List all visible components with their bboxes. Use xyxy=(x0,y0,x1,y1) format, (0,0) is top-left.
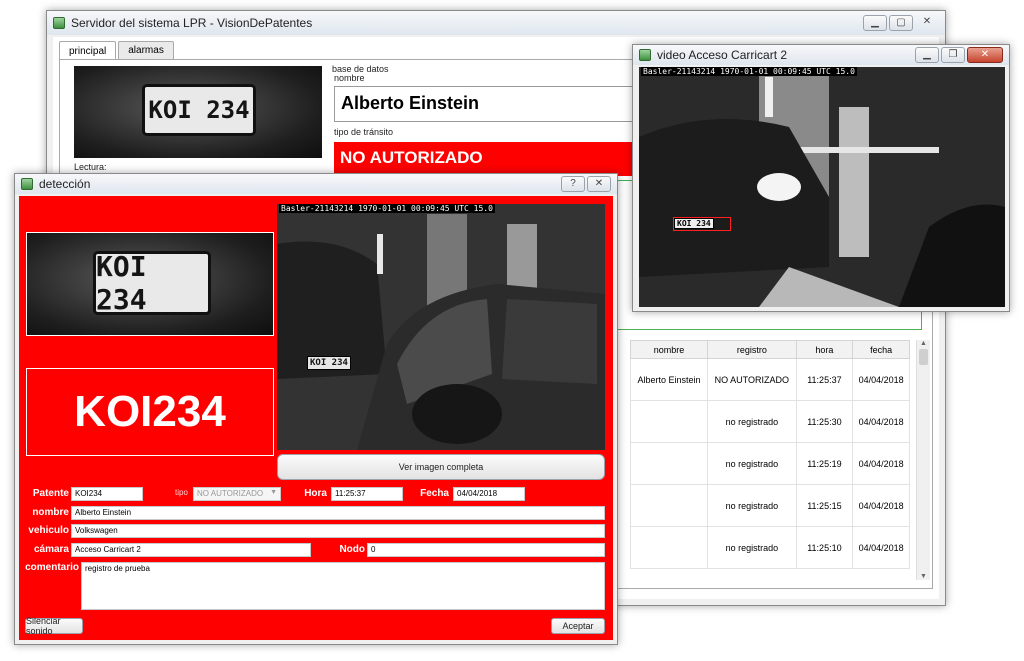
detection-timestamp: Basler-21143214 1970-01-01 00:09:45 UTC … xyxy=(279,204,495,213)
col-fecha[interactable]: fecha xyxy=(852,340,910,359)
scroll-up-icon[interactable]: ▲ xyxy=(917,340,930,347)
scroll-down-icon[interactable]: ▼ xyxy=(917,573,930,580)
close-icon[interactable]: ✕ xyxy=(915,15,939,31)
video-app-icon xyxy=(639,49,651,61)
detection-app-icon xyxy=(21,178,33,190)
plate-crop-text: KOI 234 xyxy=(142,84,256,136)
plate-detection-box: KOI 234 xyxy=(673,217,731,231)
tipo-select-value: NO AUTORIZADO xyxy=(197,489,264,498)
plate-big-display: KOI234 xyxy=(26,368,274,456)
help-icon[interactable]: ? xyxy=(561,176,585,192)
table-row[interactable]: Alberto Einstein NO AUTORIZADO 11:25:37 … xyxy=(629,358,910,401)
nodo-label: Nodo xyxy=(339,544,365,555)
main-titlebar[interactable]: Servidor del sistema LPR - VisionDePaten… xyxy=(47,11,945,35)
patente-field[interactable]: KOI234 xyxy=(71,487,143,501)
col-hora[interactable]: hora xyxy=(795,340,854,359)
table-row[interactable]: no registrado 11:25:30 04/04/2018 xyxy=(629,400,910,443)
video-feed: Basler-21143214 1970-01-01 00:09:45 UTC … xyxy=(639,67,1005,307)
table-row[interactable]: no registrado 11:25:19 04/04/2018 xyxy=(629,442,910,485)
camara-label: cámara xyxy=(33,544,69,555)
nombre-display: Alberto Einstein xyxy=(334,86,654,122)
main-title: Servidor del sistema LPR - VisionDePaten… xyxy=(71,16,313,30)
restore-icon[interactable]: ❐ xyxy=(941,47,965,63)
minimize-icon[interactable]: ▁ xyxy=(915,47,939,63)
comentario-textarea[interactable]: registro de prueba xyxy=(81,562,605,610)
vehiculo-label: vehiculo xyxy=(28,525,69,536)
camara-field[interactable]: Acceso Carricart 2 xyxy=(71,543,311,557)
col-nombre[interactable]: nombre xyxy=(629,340,709,359)
aceptar-button[interactable]: Aceptar xyxy=(551,618,605,634)
hora-label: Hora xyxy=(304,488,327,499)
table-row[interactable]: no registrado 11:25:10 04/04/2018 xyxy=(629,526,910,569)
detection-plate-crop-text: KOI 234 xyxy=(93,250,211,316)
comentario-label: comentario xyxy=(25,562,79,573)
scroll-thumb[interactable] xyxy=(919,349,928,365)
tipo-select[interactable]: NO AUTORIZADO ▼ xyxy=(193,487,281,501)
detection-plate-crop: KOI 234 xyxy=(26,232,274,336)
close-icon[interactable]: ✕ xyxy=(967,47,1003,63)
table-row[interactable]: no registrado 11:25:15 04/04/2018 xyxy=(629,484,910,527)
detection-titlebar[interactable]: detección ? ✕ xyxy=(15,174,617,194)
tipo-label: tipo xyxy=(175,488,188,497)
chevron-down-icon: ▼ xyxy=(270,489,277,496)
lectura-label: Lectura: xyxy=(74,162,107,172)
transito-label: tipo de tránsito xyxy=(334,127,394,137)
detection-window: detección ? ✕ KOI 234 KOI234 Basler-2114… xyxy=(14,173,618,645)
video-plate-text: KOI 234 xyxy=(674,218,714,229)
nombre-field[interactable]: Alberto Einstein xyxy=(71,506,605,520)
tab-principal[interactable]: principal xyxy=(59,41,117,60)
video-titlebar[interactable]: video Acceso Carricart 2 ▁ ❐ ✕ xyxy=(633,45,1009,65)
detection-camera-scene xyxy=(277,204,605,450)
video-title: video Acceso Carricart 2 xyxy=(657,48,788,62)
video-window: video Acceso Carricart 2 ▁ ❐ ✕ Basler-21… xyxy=(632,44,1010,312)
ver-imagen-button[interactable]: Ver imagen completa xyxy=(277,454,605,480)
col-registro[interactable]: registro xyxy=(707,340,797,359)
detection-body: KOI 234 KOI234 Basler-21143214 1970-01-0… xyxy=(19,196,613,640)
app-icon xyxy=(53,17,65,29)
tab-alarmas[interactable]: alarmas xyxy=(118,41,174,60)
nombre-label: nombre xyxy=(32,507,69,518)
minimize-icon[interactable]: ▁ xyxy=(863,15,887,31)
video-scene xyxy=(639,67,1005,307)
transito-display: NO AUTORIZADO xyxy=(334,142,654,176)
vehiculo-field[interactable]: Volkswagen xyxy=(71,524,605,538)
fecha-label: Fecha xyxy=(420,488,449,499)
maximize-icon[interactable]: ▢ xyxy=(889,15,913,31)
nombre-label: nombre xyxy=(334,73,365,83)
fecha-field[interactable]: 04/04/2018 xyxy=(453,487,525,501)
plate-crop-image: KOI 234 xyxy=(74,66,322,158)
video-timestamp: Basler-21143214 1970-01-01 00:09:45 UTC … xyxy=(641,67,857,76)
detection-title: detección xyxy=(39,177,91,191)
table-scrollbar[interactable]: ▲ ▼ xyxy=(916,340,930,580)
nodo-field[interactable]: 0 xyxy=(367,543,605,557)
readings-table: nombre registro hora fecha Alberto Einst… xyxy=(629,340,910,569)
detection-cam-plate-text: KOI 234 xyxy=(307,356,351,370)
patente-label: Patente xyxy=(32,488,69,499)
detection-camera-image: Basler-21143214 1970-01-01 00:09:45 UTC … xyxy=(277,204,605,450)
hora-field[interactable]: 11:25:37 xyxy=(331,487,403,501)
silenciar-sonido-button[interactable]: Silenciar sonido xyxy=(25,616,83,636)
close-icon[interactable]: ✕ xyxy=(587,176,611,192)
